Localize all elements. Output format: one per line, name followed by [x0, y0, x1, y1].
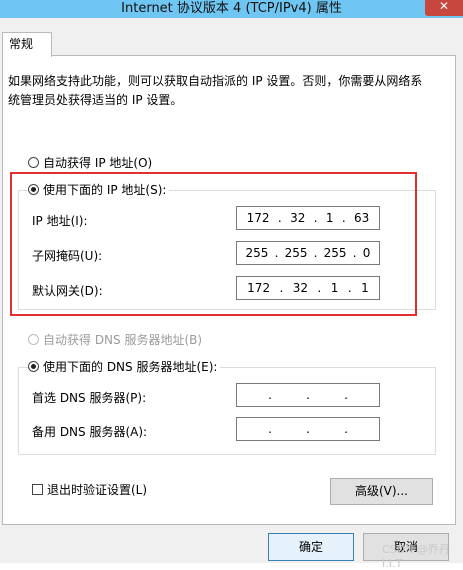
octet-separator: .	[279, 281, 284, 295]
manual-ip-radio[interactable]	[28, 184, 39, 195]
window-title: Internet 协议版本 4 (TCP/IPv4) 属性	[121, 1, 342, 16]
octet-4: 63	[354, 211, 370, 225]
octet-separator: .	[268, 388, 272, 402]
preferred-dns-label: 首选 DNS 服务器(P):	[32, 391, 147, 405]
watermark-text: CSDN @乔丹I.I.T	[382, 543, 450, 570]
close-button[interactable]: ✕	[425, 0, 463, 16]
manual-dns-radio[interactable]	[28, 361, 39, 372]
octet-1: 172	[246, 211, 270, 225]
octet-separator: .	[313, 246, 318, 260]
auto-ip-radio[interactable]	[28, 157, 39, 168]
manual-dns-label: 使用下面的 DNS 服务器地址(E):	[43, 360, 218, 374]
octet-separator: .	[268, 422, 272, 436]
octet-separator: .	[352, 246, 357, 260]
tab-general[interactable]: 常规	[2, 32, 52, 57]
alternate-dns-input[interactable]: . . .	[236, 417, 380, 441]
octet-separator: .	[347, 281, 352, 295]
alternate-dns-label: 备用 DNS 服务器(A):	[32, 425, 148, 439]
octet-3: 1	[330, 281, 339, 295]
subnet-mask-input[interactable]: 255 . 255 . 255 . 0	[236, 241, 380, 265]
octet-2: 255	[284, 246, 308, 260]
octet-separator: .	[277, 211, 282, 225]
ip-address-input[interactable]: 172 . 32 . 1 . 63	[236, 206, 380, 230]
preferred-dns-input[interactable]: . . .	[236, 383, 380, 407]
octet-3: 255	[323, 246, 347, 260]
auto-ip-option[interactable]: 自动获得 IP 地址(O)	[28, 154, 152, 171]
auto-dns-option[interactable]: 自动获得 DNS 服务器地址(B)	[28, 331, 202, 348]
octet-separator: .	[344, 388, 348, 402]
auto-dns-radio[interactable]	[28, 334, 39, 345]
auto-ip-label: 自动获得 IP 地址(O)	[43, 156, 153, 170]
auto-dns-label: 自动获得 DNS 服务器地址(B)	[43, 333, 203, 347]
octet-separator: .	[306, 388, 310, 402]
octet-3: 1	[325, 211, 334, 225]
validate-on-exit-label: 退出时验证设置(L)	[47, 483, 148, 497]
octet-separator: .	[313, 211, 318, 225]
octet-separator: .	[317, 281, 322, 295]
octet-separator: .	[306, 422, 310, 436]
octet-2: 32	[290, 211, 306, 225]
advanced-button[interactable]: 高级(V)...	[330, 478, 433, 505]
description-text: 如果网络支持此功能，则可以获取自动指派的 IP 设置。否则，你需要从网络系统管理…	[8, 74, 423, 107]
octet-1: 172	[247, 281, 271, 295]
octet-separator: .	[341, 211, 346, 225]
validate-on-exit-option[interactable]: 退出时验证设置(L)	[32, 481, 147, 498]
default-gateway-label: 默认网关(D):	[32, 284, 103, 298]
octet-separator: .	[344, 422, 348, 436]
manual-ip-label: 使用下面的 IP 地址(S):	[43, 183, 167, 197]
octet-1: 255	[245, 246, 269, 260]
ok-button[interactable]: 确定	[268, 533, 354, 561]
octet-4: 0	[362, 246, 371, 260]
validate-on-exit-checkbox[interactable]	[32, 484, 43, 495]
octet-separator: .	[274, 246, 279, 260]
octet-2: 32	[292, 281, 309, 295]
dns-group-box	[18, 367, 436, 455]
manual-dns-option[interactable]: 使用下面的 DNS 服务器地址(E):	[28, 358, 221, 375]
default-gateway-input[interactable]: 172 . 32 . 1 . 1	[236, 276, 380, 300]
subnet-mask-label: 子网掩码(U):	[32, 249, 103, 263]
manual-ip-option[interactable]: 使用下面的 IP 地址(S):	[28, 181, 170, 198]
close-icon: ✕	[438, 0, 450, 13]
ip-address-label: IP 地址(I):	[32, 214, 88, 228]
octet-4: 1	[361, 281, 369, 295]
